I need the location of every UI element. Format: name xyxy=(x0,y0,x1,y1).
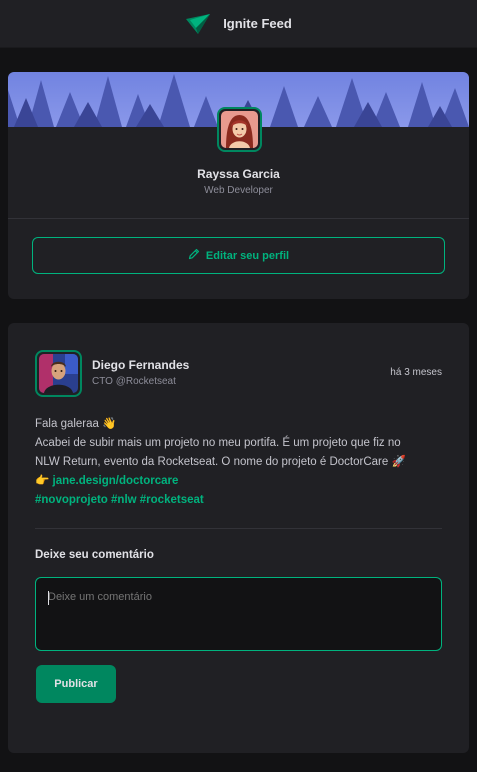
text-caret xyxy=(48,591,49,605)
divider xyxy=(35,528,442,529)
rocket-leaf-logo-icon xyxy=(185,13,211,35)
post-line: Fala galeraa 👋 xyxy=(35,418,117,430)
post-content: Fala galeraa 👋 Acabei de subir mais um p… xyxy=(35,415,445,510)
author-name: Diego Fernandes xyxy=(92,358,190,372)
edit-profile-label: Editar seu perfil xyxy=(205,249,290,262)
author-avatar[interactable] xyxy=(35,350,82,397)
pointing-hand-icon: 👉 xyxy=(35,475,53,487)
profile-role: Web Developer xyxy=(204,185,273,196)
post-line: 👉 jane.design/doctorcare xyxy=(35,472,445,491)
post-hashtags[interactable]: #novoprojeto #nlw #rocketseat xyxy=(35,491,445,510)
post-link[interactable]: jane.design/doctorcare xyxy=(53,475,179,487)
post-line: NLW Return, evento da Rocketseat. O nome… xyxy=(35,456,406,468)
post-card: Diego Fernandes CTO @Rocketseat há 3 mes… xyxy=(8,323,469,753)
publish-button[interactable]: Publicar xyxy=(36,665,116,703)
profile-sidebar: Rayssa Garcia Web Developer Editar seu p… xyxy=(8,72,469,299)
author-role: CTO @Rocketseat xyxy=(92,376,176,387)
divider xyxy=(8,218,469,219)
post-line: Acabei de subir mais um projeto no meu p… xyxy=(35,437,401,449)
edit-profile-button[interactable]: Editar seu perfil xyxy=(32,237,445,274)
comment-input[interactable] xyxy=(35,577,442,651)
pencil-icon xyxy=(188,248,200,263)
app-header: Ignite Feed xyxy=(0,0,477,48)
comment-section-title: Deixe seu comentário xyxy=(35,549,154,561)
profile-avatar[interactable] xyxy=(217,107,262,152)
app-title: Ignite Feed xyxy=(223,16,292,31)
profile-name: Rayssa Garcia xyxy=(197,167,280,181)
post-timestamp[interactable]: há 3 meses xyxy=(390,367,442,378)
